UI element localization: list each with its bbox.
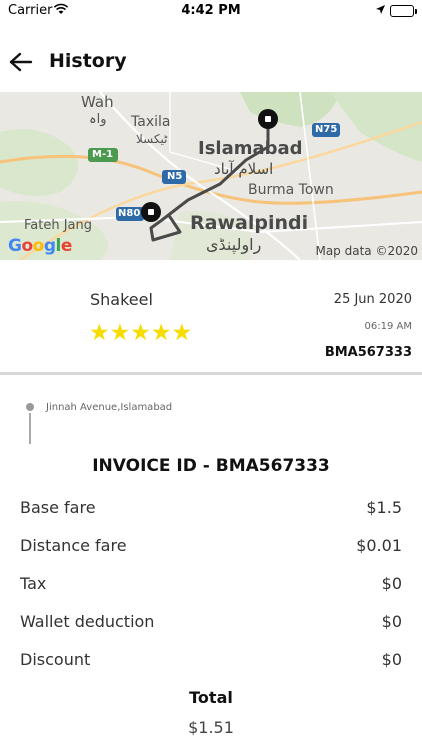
driver-info: Shakeel ★★★★★ 25 Jun 2020 06:19 AM BMA56… [0, 262, 422, 372]
fare-value: $0.01 [356, 536, 402, 555]
map-label-wah-urdu: واہ [89, 112, 107, 127]
trip-time: 06:19 AM [364, 321, 412, 332]
road-label-n75: N75 [315, 124, 338, 135]
page-title: History [49, 50, 127, 72]
fare-value: $0 [381, 574, 402, 593]
fare-value: $0 [381, 612, 402, 631]
map-credit: Map data ©2020 [315, 244, 418, 258]
dropoff-marker-dot [148, 209, 154, 215]
map-label-taxila-urdu: ٹیکسلا [136, 132, 168, 146]
fare-label: Wallet deduction [20, 612, 155, 631]
total-value: $1.51 [188, 718, 234, 737]
status-bar: Carrier 4:42 PM [0, 0, 422, 22]
clock-label: 4:42 PM [181, 3, 241, 18]
driver-name: Shakeel [90, 290, 153, 309]
battery-icon [390, 5, 417, 17]
total-label: Total [189, 688, 233, 707]
map-label-fateh-jang: Fateh Jang [24, 218, 93, 233]
fare-row-discount: Discount $0 [0, 650, 422, 680]
nav-header: History [0, 40, 422, 84]
map-label-rawalpindi: Rawalpindi [190, 212, 309, 234]
route-dot-icon [26, 403, 34, 411]
fare-row-tax: Tax $0 [0, 574, 422, 604]
fare-label: Discount [20, 650, 91, 669]
fare-value: $1.5 [366, 498, 402, 517]
map-label-rawalpindi-urdu: راولپنڈی [206, 235, 262, 254]
fare-label: Tax [20, 574, 47, 593]
rating-stars: ★★★★★ [89, 320, 193, 346]
road-label-n80: N80 [118, 208, 141, 219]
map-label-wah: Wah [81, 93, 114, 111]
route-address: Jinnah Avenue,Islamabad [46, 402, 173, 413]
fare-value: $0 [381, 650, 402, 669]
route-map[interactable]: Wah واہ Taxila ٹیکسلا Islamabad اسلام آب… [0, 92, 422, 260]
invoice-title: INVOICE ID - BMA567333 [92, 456, 330, 476]
fare-label: Base fare [20, 498, 96, 517]
fare-row-wallet: Wallet deduction $0 [0, 612, 422, 642]
map-label-taxila: Taxila [131, 114, 171, 130]
section-divider [0, 372, 422, 375]
trip-date: 25 Jun 2020 [333, 292, 412, 307]
booking-code: BMA567333 [324, 345, 412, 360]
road-label-n5: N5 [167, 171, 183, 182]
pickup-marker-dot [265, 116, 271, 122]
map-label-burma-town: Burma Town [248, 182, 334, 198]
route-summary: Jinnah Avenue,Islamabad [0, 398, 422, 448]
fare-row-distance: Distance fare $0.01 [0, 536, 422, 566]
map-label-islamabad-urdu: اسلام آباد [214, 160, 274, 178]
route-line [29, 413, 31, 444]
fare-label: Distance fare [20, 536, 127, 555]
google-logo: Google [8, 236, 72, 256]
road-label-m1: M-1 [92, 149, 114, 160]
back-arrow-icon[interactable] [8, 50, 34, 74]
location-arrow-icon [375, 4, 386, 19]
fare-row-base: Base fare $1.5 [0, 498, 422, 528]
map-label-islamabad: Islamabad [198, 138, 303, 159]
